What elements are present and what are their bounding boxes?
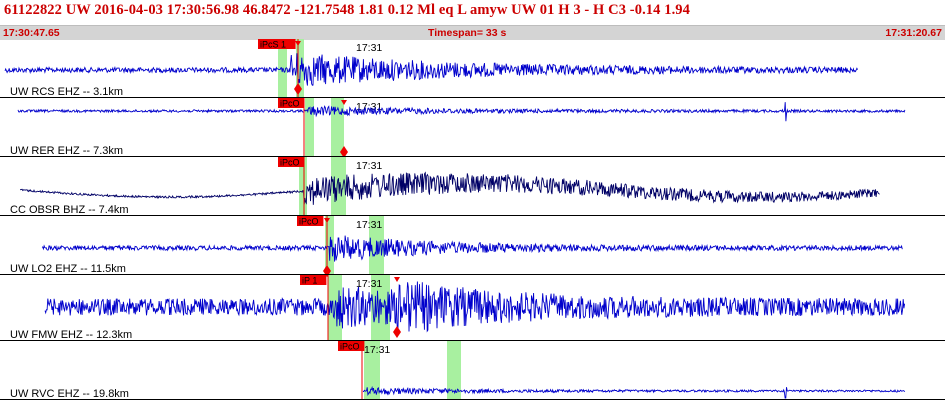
trace-panel[interactable]: 17:31 iPcS 1 UW RCS EHZ -- 3.1km (0, 39, 945, 98)
seismic-trace (4, 53, 859, 86)
pick-label: iPcO (299, 217, 319, 227)
station-label: CC OBSR BHZ -- 7.4km (10, 204, 129, 216)
minute-time-label: 17:31 (356, 278, 382, 290)
arrival-window (305, 98, 314, 157)
minute-time-label: 17:31 (364, 344, 390, 356)
seismic-trace (362, 385, 906, 399)
trace-panel[interactable]: 17:31 iPcO UW LO2 EHZ -- 11.5km (0, 216, 945, 277)
station-label: UW RVC EHZ -- 19.8km (10, 388, 129, 400)
start-time: 17:30:47.65 (3, 27, 60, 39)
trace-panel[interactable]: 17:31 iPcO CC OBSR BHZ -- 7.4km (0, 157, 945, 216)
timespan: Timespan= 33 s (428, 27, 507, 39)
minute-time-label: 17:31 (356, 219, 382, 231)
coda-marker[interactable] (393, 326, 401, 338)
station-label: UW RER EHZ -- 7.3km (10, 145, 123, 157)
event-summary-title: 61122822 UW 2016-04-03 17:30:56.98 46.84… (4, 2, 691, 18)
pick-label: iPcS 1 (260, 40, 286, 50)
pick-label: iPcO (280, 158, 300, 168)
station-label: UW FMW EHZ -- 12.3km (10, 329, 132, 341)
event-header: 61122822 UW 2016-04-03 17:30:56.98 46.84… (0, 0, 945, 26)
station-label: UW RCS EHZ -- 3.1km (10, 86, 123, 98)
seismic-trace (17, 102, 906, 122)
minute-time-label: 17:31 (356, 42, 382, 54)
time-range-bar: 17:30:47.65 Timespan= 33 s 17:31:20.67 (0, 25, 945, 40)
station-label: UW LO2 EHZ -- 11.5km (10, 263, 126, 275)
end-time: 17:31:20.67 (885, 27, 942, 39)
pick-label: iPcO (280, 99, 300, 109)
minute-time-label: 17:31 (356, 160, 382, 172)
coda-top-marker (394, 277, 400, 282)
trace-panel[interactable]: 17:31 iPcO UW RVC EHZ -- 19.8km (0, 341, 945, 400)
seismogram-panels[interactable]: 17:31 iPcS 1 UW RCS EHZ -- 3.1km 17:31 iPcO U… (0, 39, 945, 400)
pick-label: iPcO (340, 342, 360, 352)
pick-label: iP 1 (302, 276, 317, 286)
trace-panel[interactable]: 17:31 iP 1 UW FMW EHZ -- 12.3km (0, 275, 945, 341)
trace-panel[interactable]: 17:31iPcOUW RER EHZ -- 7.3km (0, 98, 945, 158)
arrival-window (331, 98, 344, 157)
seismic-trace (41, 235, 903, 262)
seismic-trace (44, 281, 906, 335)
seismic-trace (20, 171, 880, 205)
